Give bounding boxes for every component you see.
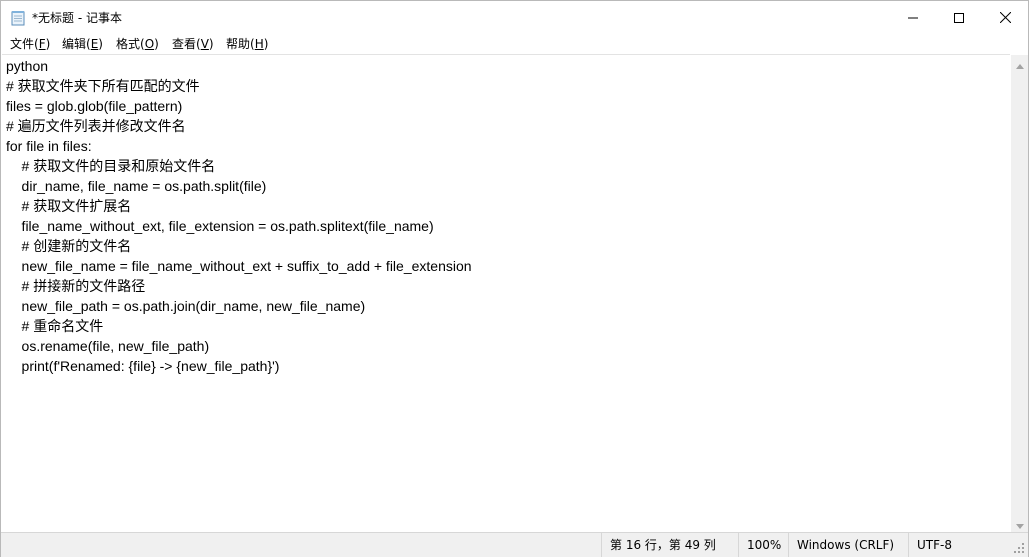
editor-line: file_name_without_ext, file_extension = …	[6, 218, 434, 234]
notepad-window: *无标题 - 记事本 文件(F) 编辑(E) 格式(O) 查看(V) 帮助(H)…	[0, 0, 1029, 557]
editor-line: files = glob.glob(file_pattern)	[6, 98, 183, 114]
scroll-down-button[interactable]	[1011, 515, 1028, 532]
status-bar: 第 16 行，第 49 列 100% Windows (CRLF) UTF-8	[1, 532, 1028, 557]
minimize-button[interactable]	[890, 1, 936, 34]
line-ending: Windows (CRLF)	[788, 533, 908, 557]
editor-line: new_file_name = file_name_without_ext + …	[6, 258, 472, 274]
scroll-track[interactable]	[1011, 72, 1028, 515]
chevron-up-icon	[1015, 54, 1024, 73]
editor-line: # 获取文件的目录和原始文件名	[6, 158, 216, 174]
text-editor[interactable]: python # 获取文件夹下所有匹配的文件 files = glob.glob…	[2, 54, 1010, 533]
menu-file[interactable]: 文件(F)	[10, 36, 50, 52]
chevron-down-icon	[1015, 514, 1024, 533]
editor-line: # 遍历文件列表并修改文件名	[6, 118, 186, 134]
editor-line: # 获取文件夹下所有匹配的文件	[6, 78, 200, 94]
editor-line: new_file_path = os.path.join(dir_name, n…	[6, 298, 366, 314]
scroll-up-button[interactable]	[1011, 55, 1028, 72]
menu-bar: 文件(F) 编辑(E) 格式(O) 查看(V) 帮助(H)	[1, 34, 1028, 54]
maximize-icon	[954, 12, 964, 23]
close-icon	[999, 12, 1011, 23]
window-title: *无标题 - 记事本	[32, 11, 122, 25]
cursor-position: 第 16 行，第 49 列	[601, 533, 738, 557]
editor-line: # 获取文件扩展名	[6, 198, 132, 214]
editor-line: dir_name, file_name = os.path.split(file…	[6, 178, 267, 194]
resize-grip-icon[interactable]	[1013, 542, 1025, 554]
editor-line: # 重命名文件	[6, 318, 104, 334]
notepad-icon	[11, 10, 25, 26]
menu-edit[interactable]: 编辑(E)	[62, 36, 103, 52]
editor-line: print(f'Renamed: {file} -> {new_file_pat…	[6, 358, 280, 374]
editor-line: # 拼接新的文件路径	[6, 278, 146, 294]
editor-line: for file in files:	[6, 138, 92, 154]
close-button[interactable]	[982, 1, 1028, 34]
editor-line: os.rename(file, new_file_path)	[6, 338, 210, 354]
minimize-icon	[908, 13, 918, 23]
menu-format[interactable]: 格式(O)	[116, 36, 159, 52]
menu-view[interactable]: 查看(V)	[172, 36, 214, 52]
menu-help[interactable]: 帮助(H)	[226, 36, 268, 52]
title-bar[interactable]: *无标题 - 记事本	[1, 1, 1028, 34]
editor-line: # 创建新的文件名	[6, 238, 132, 254]
editor-line: python	[6, 58, 49, 74]
zoom-level: 100%	[738, 533, 788, 557]
vertical-scrollbar[interactable]	[1011, 55, 1028, 532]
encoding: UTF-8	[908, 533, 1011, 557]
maximize-button[interactable]	[936, 1, 982, 34]
